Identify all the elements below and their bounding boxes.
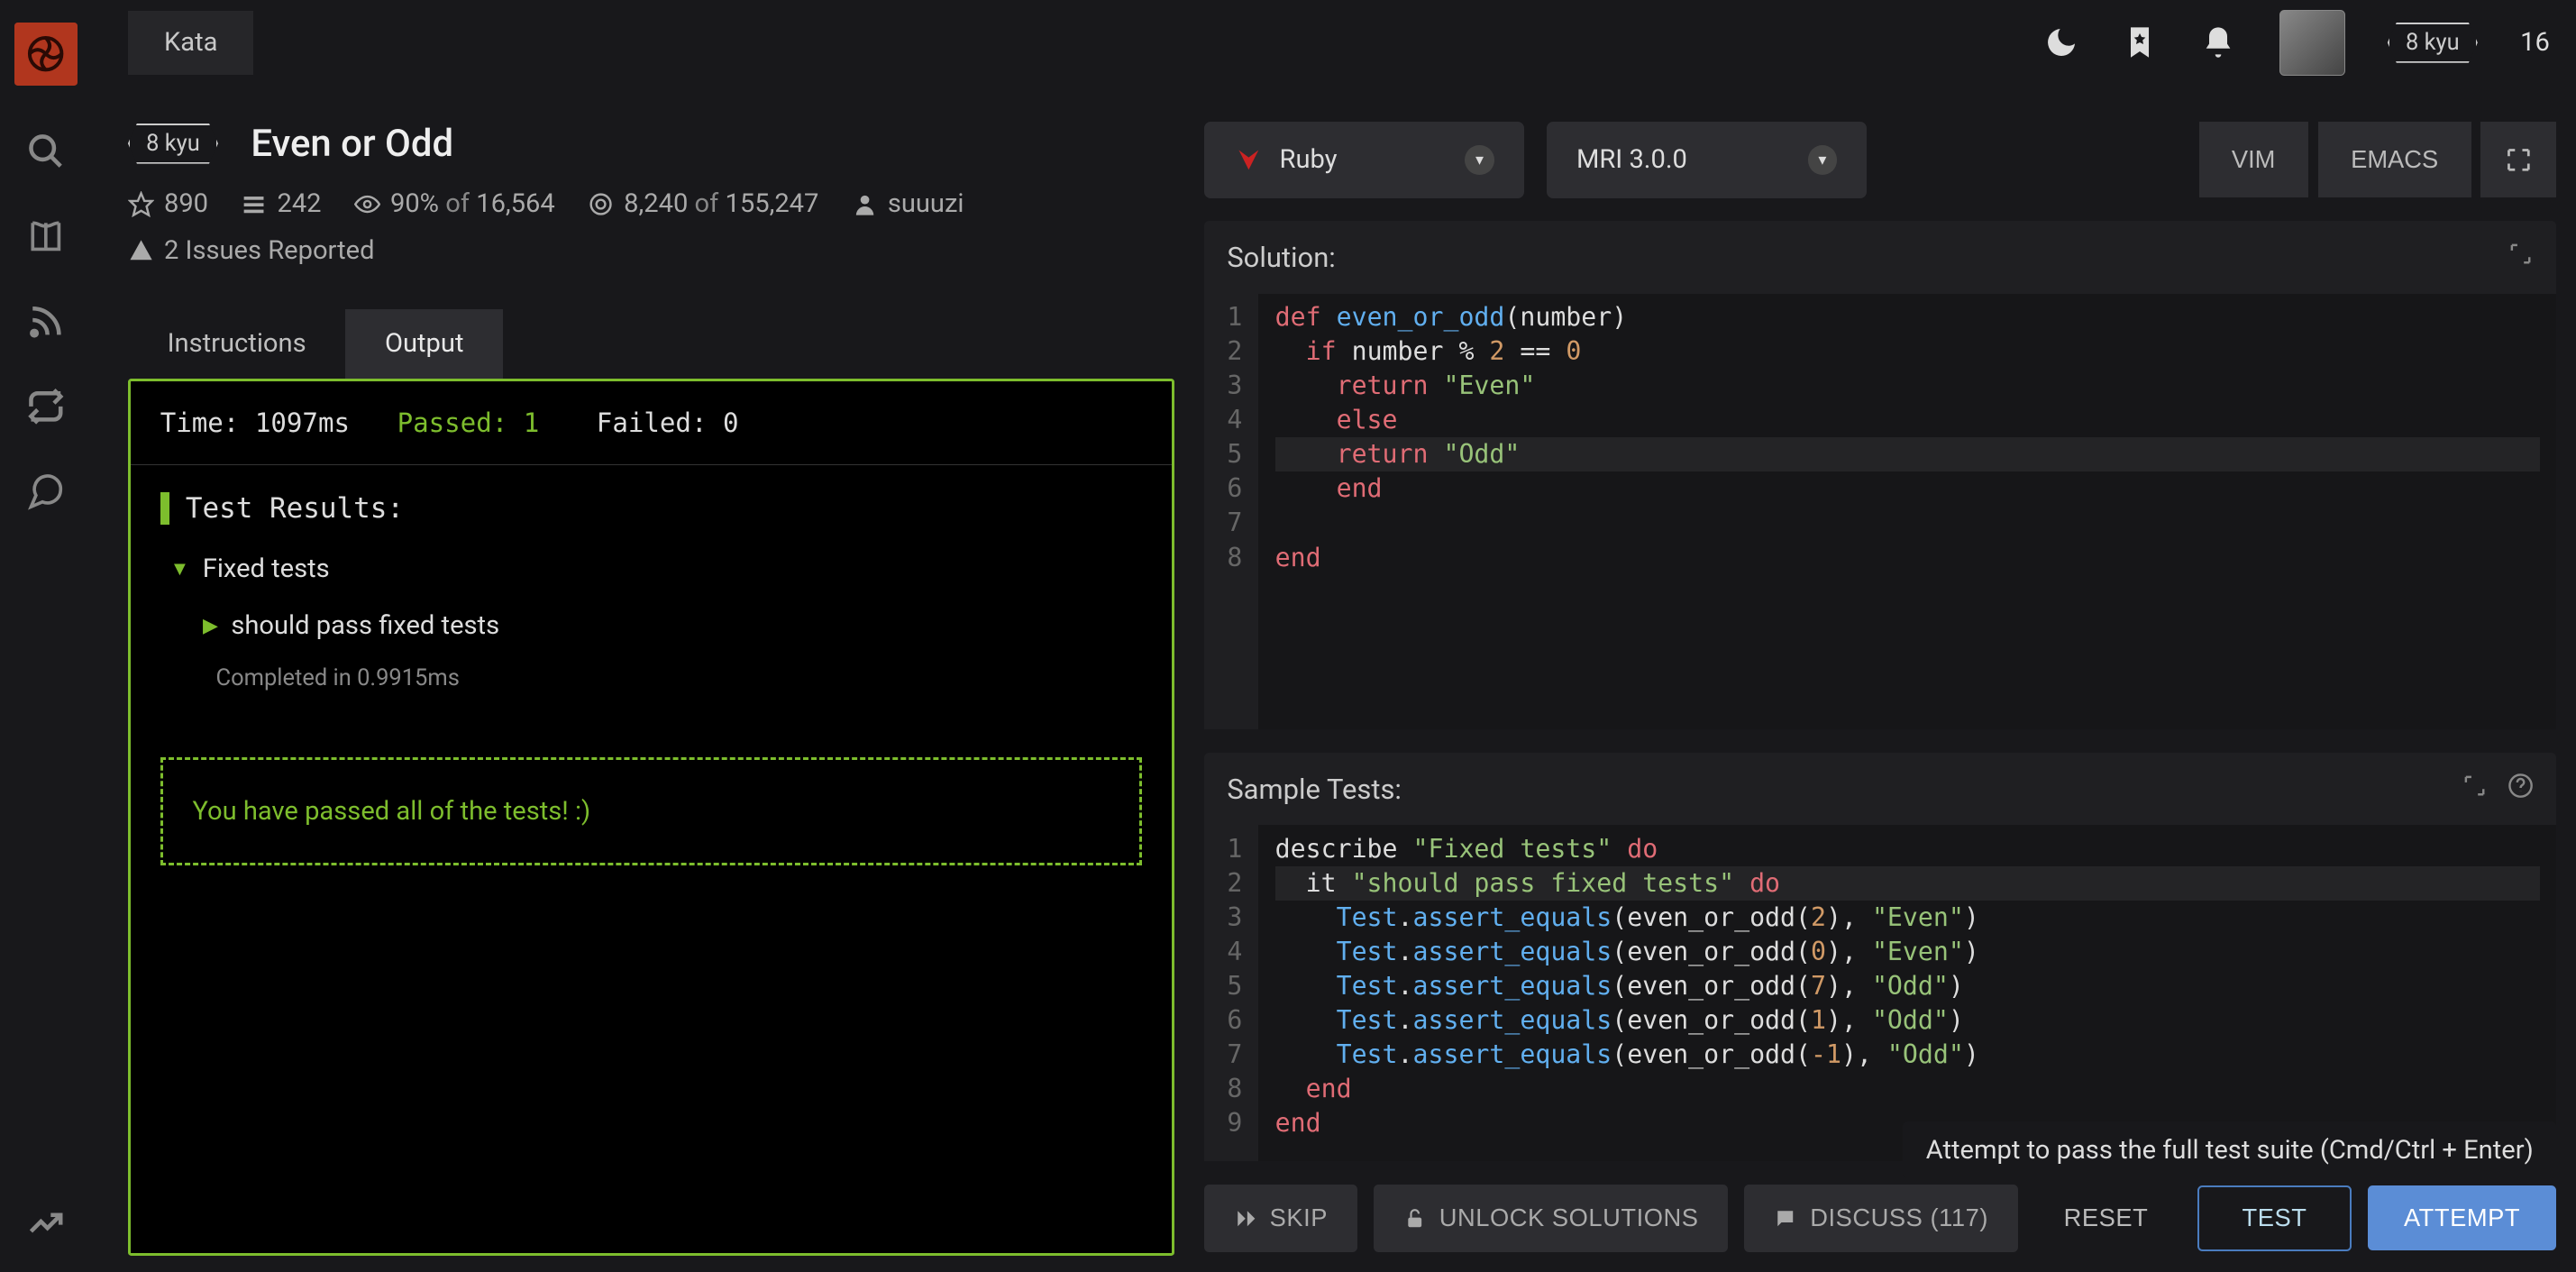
kata-kyu-badge: 8 kyu <box>128 124 218 164</box>
trending-icon[interactable] <box>26 1203 66 1243</box>
discuss-button[interactable]: DISCUSS (117) <box>1744 1185 2017 1253</box>
tests-editor[interactable]: 123456789 describe "Fixed tests" do it "… <box>1204 825 2556 1161</box>
attempt-tooltip: Attempt to pass the full test suite (Cmd… <box>1903 1121 2556 1178</box>
test-time: Time: 1097ms <box>160 407 350 438</box>
repeat-icon[interactable] <box>26 387 66 426</box>
vim-mode-button[interactable]: VIM <box>2199 122 2308 197</box>
test-passed: Passed: 1 <box>397 407 540 438</box>
bell-icon[interactable] <box>2200 24 2236 60</box>
test-group[interactable]: ▼Fixed tests <box>170 554 1143 584</box>
tab-instructions[interactable]: Instructions <box>128 309 345 380</box>
tab-output[interactable]: Output <box>345 309 503 380</box>
search-icon[interactable] <box>26 132 66 171</box>
tests-title: Sample Tests: <box>1227 773 1402 806</box>
language-select[interactable]: Ruby ▾ <box>1204 122 1524 198</box>
user-rank: 16 <box>2520 27 2550 58</box>
test-button[interactable]: TEST <box>2197 1185 2352 1250</box>
feed-icon[interactable] <box>26 302 66 342</box>
sidebar <box>0 0 92 1272</box>
help-icon[interactable] <box>2507 773 2534 806</box>
skip-button[interactable]: SKIP <box>1204 1185 1357 1253</box>
test-failed: Failed: 0 <box>597 407 739 438</box>
stat-completed[interactable]: 8,240 of 155,247 <box>588 188 818 219</box>
unlock-solutions-button[interactable]: UNLOCK SOLUTIONS <box>1374 1185 1728 1253</box>
output-panel: Time: 1097ms Passed: 1 Failed: 0 Test Re… <box>128 379 1174 1256</box>
emacs-mode-button[interactable]: EMACS <box>2318 122 2471 197</box>
theme-toggle-icon[interactable] <box>2043 24 2079 60</box>
tests-panel: Sample Tests: 123456789 describe "Fixed … <box>1204 753 2556 1161</box>
solution-title: Solution: <box>1227 241 1335 274</box>
fullscreen-button[interactable] <box>2480 122 2556 197</box>
kata-header: 8 kyu Even or Odd 890 242 90% of 16,564 … <box>128 86 1174 283</box>
stat-stars[interactable]: 890 <box>128 188 208 219</box>
expand-icon[interactable] <box>2462 773 2488 806</box>
solution-editor[interactable]: 12345678 def even_or_odd(number) if numb… <box>1204 294 2556 729</box>
reset-button[interactable]: RESET <box>2034 1185 2178 1253</box>
logo[interactable] <box>14 23 77 85</box>
all-passed-banner: You have passed all of the tests! :) <box>160 757 1143 865</box>
stat-collections[interactable]: 242 <box>241 188 321 219</box>
completed-in: Completed in 0.9915ms <box>170 664 1143 691</box>
issues-reported[interactable]: 2 Issues Reported <box>128 219 1174 266</box>
attempt-button[interactable]: ATTEMPT <box>2368 1185 2556 1250</box>
expand-icon[interactable] <box>2507 241 2534 274</box>
action-bar: Attempt to pass the full test suite (Cmd… <box>1204 1185 2556 1256</box>
solution-panel: Solution: 12345678 def even_or_odd(numbe… <box>1204 221 2556 729</box>
results-header: Test Results: <box>160 492 1143 525</box>
topbar: Kata 8 kyu 16 <box>92 0 2576 86</box>
output-tabs: Instructions Output <box>128 309 1174 380</box>
test-case[interactable]: ▶should pass fixed tests <box>170 610 1143 641</box>
chevron-down-icon: ▾ <box>1465 145 1494 175</box>
chevron-down-icon: ▾ <box>1808 145 1838 175</box>
chat-icon[interactable] <box>26 472 66 512</box>
kata-title: Even or Odd <box>251 122 453 166</box>
stat-satisfaction[interactable]: 90% of 16,564 <box>354 188 555 219</box>
bookmark-icon[interactable] <box>2122 24 2158 60</box>
stat-author[interactable]: suuuzi <box>852 188 964 219</box>
avatar[interactable] <box>2279 10 2345 76</box>
version-select[interactable]: MRI 3.0.0 ▾ <box>1547 122 1867 198</box>
docs-icon[interactable] <box>26 216 66 256</box>
nav-tab-kata[interactable]: Kata <box>128 11 254 74</box>
user-kyu-badge: 8 kyu <box>2388 23 2478 63</box>
